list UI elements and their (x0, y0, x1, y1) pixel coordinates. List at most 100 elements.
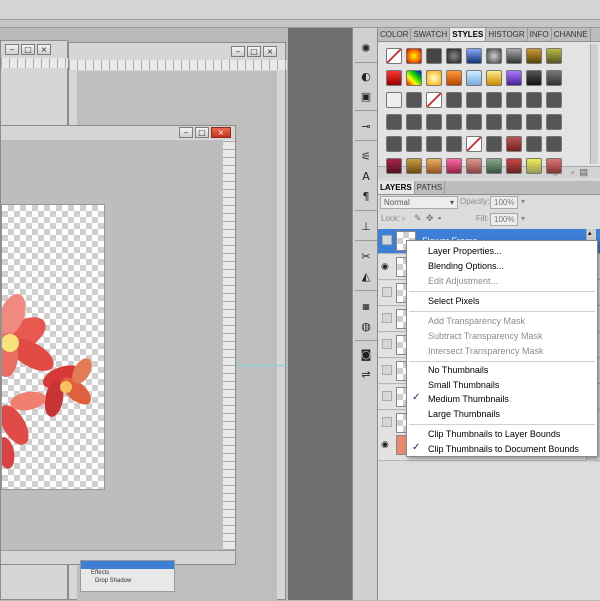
lock-transparency-icon[interactable]: ▫ (402, 213, 405, 223)
delete-style-icon[interactable]: ▤ (579, 167, 588, 178)
style-swatch[interactable] (446, 114, 462, 130)
style-swatch[interactable] (546, 114, 562, 130)
style-swatch[interactable] (466, 70, 482, 86)
menu-item-clip-thumbnails-document-bounds[interactable]: Clip Thumbnails to Document Bounds (428, 443, 579, 456)
style-swatch[interactable] (486, 48, 502, 64)
menu-item-no-thumbnails[interactable]: No Thumbnails (428, 364, 488, 377)
visibility-toggle[interactable] (382, 365, 392, 375)
menu-item-medium-thumbnails[interactable]: Medium Thumbnails (428, 393, 509, 406)
stamp-icon[interactable]: ⊥ (358, 220, 374, 234)
paragraph-icon[interactable]: ¶ (358, 190, 374, 204)
drop-shadow-row[interactable]: Drop Shadow (81, 577, 174, 585)
lock-brush-icon[interactable]: ✎ (414, 213, 422, 224)
style-swatch[interactable] (526, 92, 542, 108)
style-swatch[interactable] (546, 48, 562, 64)
lock-position-icon[interactable]: ✥ (426, 213, 434, 224)
style-swatch[interactable] (406, 70, 422, 86)
style-swatch[interactable] (406, 48, 422, 64)
style-swatch[interactable] (526, 158, 542, 174)
active-document-window[interactable]: ‒ □ × (0, 125, 236, 565)
style-swatch[interactable] (486, 114, 502, 130)
screen-icon[interactable]: ▣ (358, 90, 374, 104)
menu-item-layer-properties[interactable]: Layer Properties... (428, 245, 502, 258)
lock-all-icon[interactable]: ▪ (438, 213, 441, 223)
menu-item-blending-options[interactable]: Blending Options... (428, 260, 504, 273)
maximize-icon[interactable]: □ (247, 46, 261, 57)
chevron-down-icon[interactable]: ▾ (521, 214, 525, 223)
style-swatch[interactable] (506, 136, 522, 152)
style-swatch[interactable] (506, 48, 522, 64)
style-swatch[interactable] (386, 114, 402, 130)
style-swatch[interactable] (446, 70, 462, 86)
tab-info[interactable]: INFO (528, 28, 552, 41)
transparent-canvas[interactable] (0, 204, 105, 490)
timeline-icon[interactable]: ⇌ (358, 368, 374, 382)
style-swatch[interactable] (406, 158, 422, 174)
opacity-field[interactable]: 100% (490, 196, 518, 209)
style-swatch[interactable] (506, 114, 522, 130)
style-swatch[interactable] (386, 48, 402, 64)
style-swatch[interactable] (486, 70, 502, 86)
style-swatch[interactable] (406, 114, 422, 130)
tab-color[interactable]: COLOR (378, 28, 412, 41)
visibility-toggle[interactable] (382, 235, 392, 245)
style-swatch[interactable] (466, 136, 482, 152)
blend-mode-select[interactable]: Normal ▾ (380, 196, 458, 209)
style-swatch[interactable] (466, 158, 482, 174)
visibility-toggle[interactable] (382, 287, 392, 297)
style-swatch[interactable] (486, 92, 502, 108)
minimize-icon[interactable]: ‒ (5, 44, 19, 55)
eye-icon[interactable]: ◉ (381, 439, 393, 451)
style-swatch[interactable] (426, 92, 442, 108)
visibility-toggle[interactable] (382, 417, 392, 427)
tab-swatches[interactable]: SWATCH (411, 28, 451, 41)
style-swatch[interactable] (426, 70, 442, 86)
tab-styles[interactable]: STYLES (450, 28, 487, 41)
style-swatch[interactable] (466, 114, 482, 130)
style-swatch[interactable] (526, 114, 542, 130)
style-swatch[interactable] (446, 48, 462, 64)
style-swatch[interactable] (426, 158, 442, 174)
tab-paths[interactable]: PATHS (415, 181, 446, 194)
style-swatch[interactable] (406, 136, 422, 152)
tab-channels[interactable]: CHANNE (552, 28, 591, 41)
style-swatch[interactable] (526, 70, 542, 86)
vertical-scrollbar[interactable] (223, 140, 235, 550)
character-icon[interactable]: A (358, 170, 374, 184)
maximize-icon[interactable]: □ (195, 127, 209, 138)
new-style-icon[interactable]: ▫ (571, 167, 574, 177)
style-swatch[interactable] (546, 70, 562, 86)
close-icon[interactable]: × (37, 44, 51, 55)
style-swatch[interactable] (486, 158, 502, 174)
tools-icon[interactable]: ✂ (358, 250, 374, 264)
minimize-icon[interactable]: ‒ (179, 127, 193, 138)
style-swatch[interactable] (526, 136, 542, 152)
mini-bridge-icon[interactable]: ▦ (358, 300, 374, 314)
style-swatch[interactable] (526, 48, 542, 64)
menu-item-select-pixels[interactable]: Select Pixels (428, 295, 480, 308)
eye-icon[interactable]: ◉ (381, 261, 393, 273)
style-swatch[interactable] (386, 136, 402, 152)
visibility-toggle[interactable] (382, 313, 392, 323)
tab-layers[interactable]: LAYERS (378, 181, 415, 194)
style-swatch[interactable] (386, 158, 402, 174)
style-swatch[interactable] (546, 158, 562, 174)
style-swatch[interactable] (446, 136, 462, 152)
style-swatch[interactable] (446, 92, 462, 108)
maximize-icon[interactable]: □ (21, 44, 35, 55)
menu-item-add-transparency-mask[interactable]: Add Transparency Mask (428, 315, 525, 328)
effects-row[interactable]: Effects (81, 569, 174, 577)
minimize-icon[interactable]: ‒ (231, 46, 245, 57)
style-swatch[interactable] (426, 48, 442, 64)
style-swatch[interactable] (546, 136, 562, 152)
menu-item-large-thumbnails[interactable]: Large Thumbnails (428, 408, 500, 421)
styles-scrollbar[interactable] (590, 44, 598, 164)
brush-icon[interactable]: ⊸ (358, 120, 374, 134)
visibility-toggle[interactable] (382, 339, 392, 349)
style-swatch[interactable] (486, 136, 502, 152)
style-swatch[interactable] (446, 158, 462, 174)
bucket-icon[interactable]: ◭ (358, 270, 374, 284)
style-swatch[interactable] (386, 70, 402, 86)
menu-item-small-thumbnails[interactable]: Small Thumbnails (428, 379, 499, 392)
close-icon[interactable]: × (263, 46, 277, 57)
